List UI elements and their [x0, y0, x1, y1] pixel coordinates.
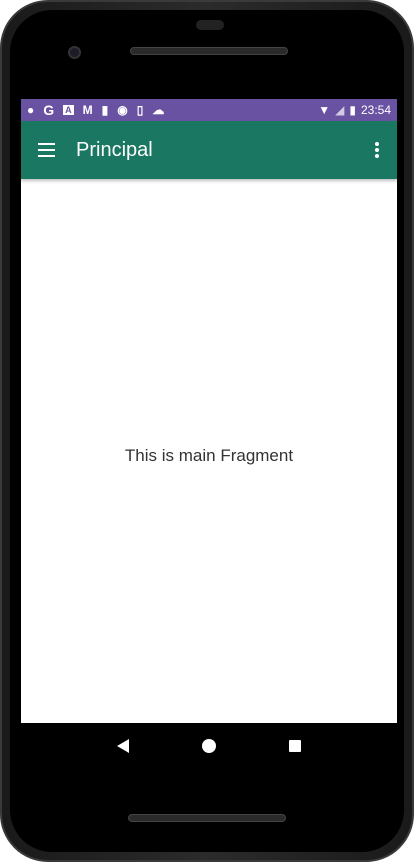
menu-icon[interactable]	[21, 121, 75, 179]
key-icon: ●	[27, 103, 35, 117]
front-camera	[68, 46, 81, 59]
fragment-message: This is main Fragment	[124, 446, 294, 465]
phone-frame: ● G A M ▮ ◉ ▯ ☁ ▼ ◢ ▮ 23:54 Principal Th…	[0, 0, 414, 862]
signal-icon: ◢	[335, 103, 345, 117]
more-options-icon[interactable]	[357, 121, 397, 179]
status-bar: ● G A M ▮ ◉ ▯ ☁ ▼ ◢ ▮ 23:54	[21, 99, 397, 121]
cloud-icon: ☁	[152, 103, 165, 117]
google-icon: G	[43, 102, 55, 118]
circle-icon: ◉	[117, 103, 128, 117]
font-icon: A	[63, 105, 74, 115]
video-icon: ▮	[101, 103, 109, 117]
battery-icon: ▮	[349, 103, 356, 117]
screen: ● G A M ▮ ◉ ▯ ☁ ▼ ◢ ▮ 23:54 Principal Th…	[21, 99, 397, 768]
main-fragment: This is main Fragment	[21, 179, 397, 723]
earpiece-speaker	[130, 47, 288, 55]
bottom-speaker	[128, 814, 286, 822]
proximity-sensor	[196, 20, 224, 30]
toolbar-title: Principal	[76, 138, 153, 161]
recent-apps-icon[interactable]	[288, 739, 301, 752]
sd-card-icon: ▯	[136, 103, 144, 117]
home-icon[interactable]	[201, 738, 216, 753]
gmail-icon: M	[82, 103, 93, 117]
navigation-bar	[21, 723, 397, 768]
back-icon[interactable]	[117, 738, 130, 753]
wifi-icon: ▼	[318, 103, 331, 117]
app-toolbar: Principal	[21, 121, 397, 179]
status-time: 23:54	[360, 103, 391, 117]
